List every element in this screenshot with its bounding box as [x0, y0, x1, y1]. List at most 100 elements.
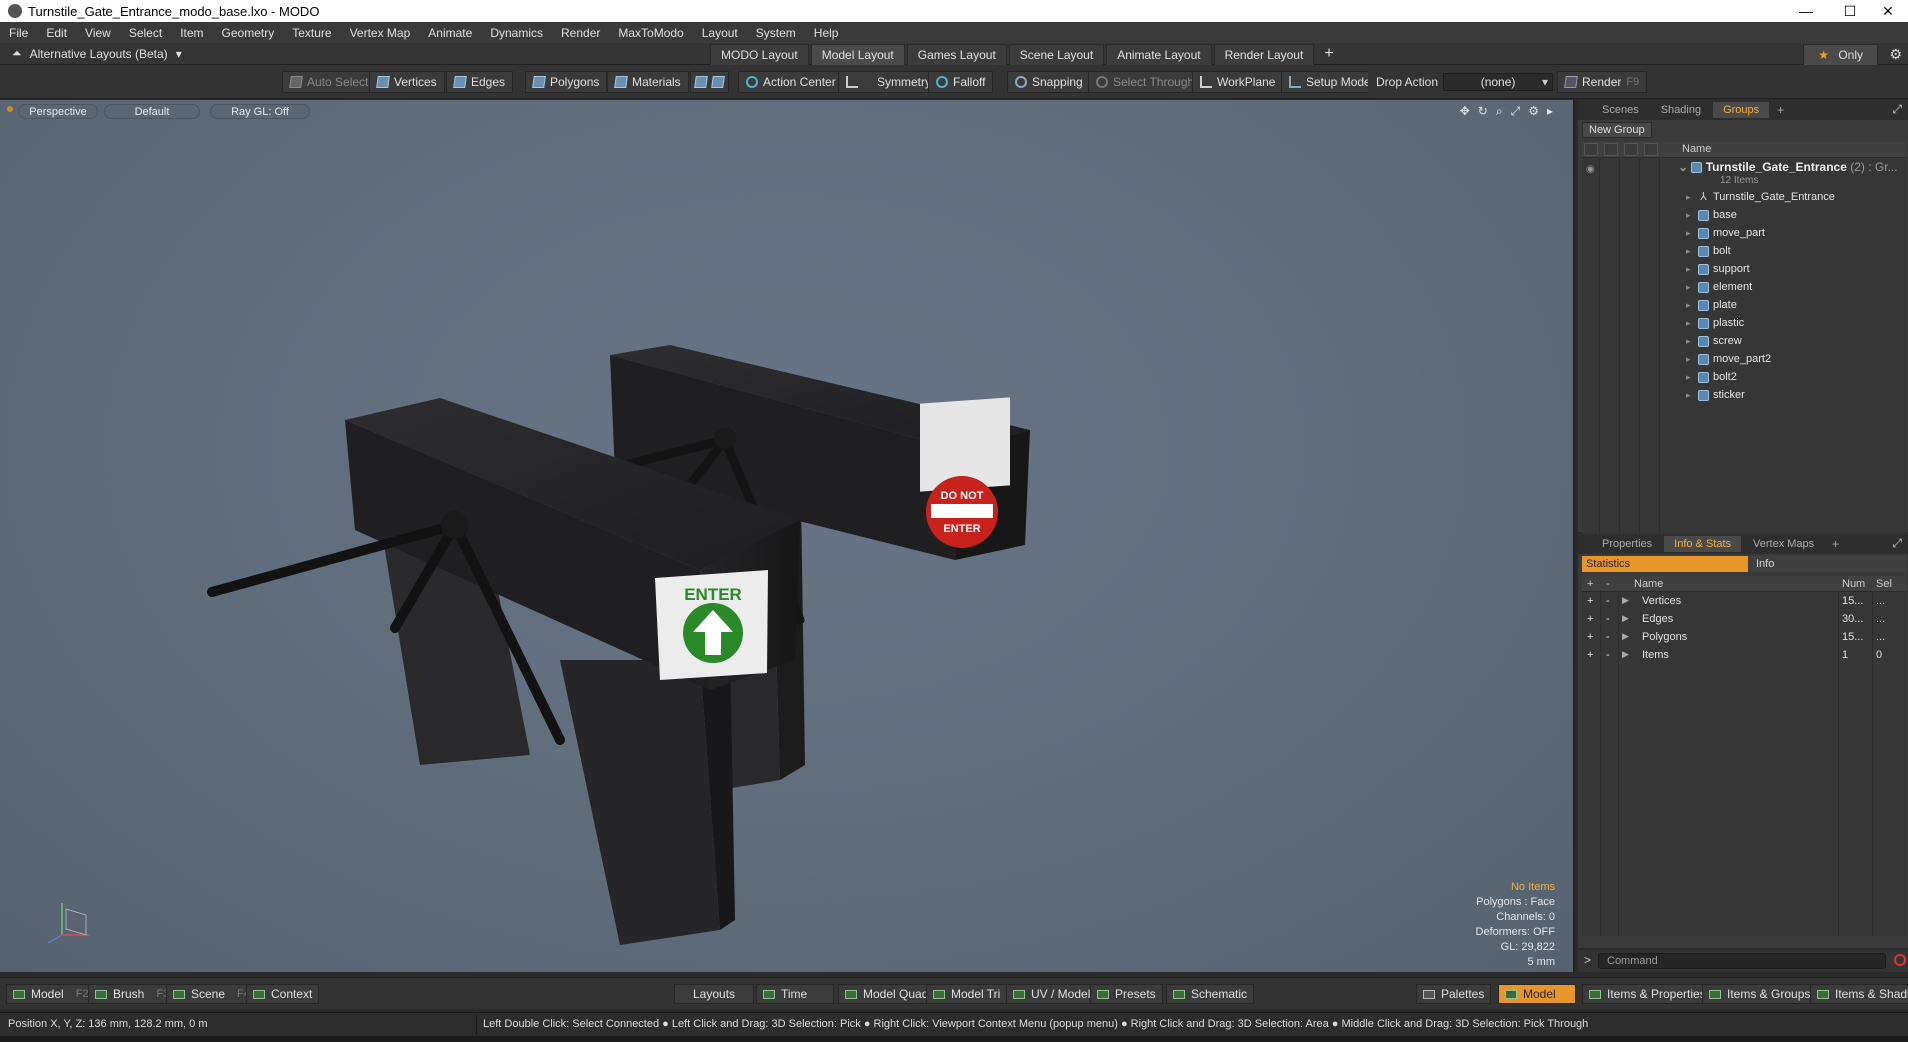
- expand-panel-icon[interactable]: ⤢: [1892, 102, 1902, 117]
- model-tri-button[interactable]: Model Tri: [926, 984, 1008, 1004]
- add-tab-button[interactable]: +: [1826, 537, 1845, 551]
- expand-button[interactable]: +: [1587, 613, 1593, 625]
- tab-modo-layout[interactable]: MODO Layout: [710, 44, 809, 67]
- expand-button[interactable]: +: [1587, 631, 1593, 643]
- menu-item[interactable]: Item: [171, 26, 212, 40]
- layouts-button[interactable]: Layouts: [674, 984, 755, 1004]
- menu-layout[interactable]: Layout: [693, 26, 747, 40]
- list-item[interactable]: ▸ screw: [1686, 332, 1742, 350]
- edges-mode-button[interactable]: Edges: [446, 71, 514, 93]
- collapse-button[interactable]: -: [1606, 613, 1610, 625]
- expand-button[interactable]: +: [1587, 595, 1593, 607]
- menu-system[interactable]: System: [747, 26, 805, 40]
- tab-groups[interactable]: Groups: [1713, 102, 1770, 118]
- list-item[interactable]: ▸ support: [1686, 260, 1750, 278]
- menu-file[interactable]: File: [0, 26, 37, 40]
- symmetry-button[interactable]: Symmetry: [838, 71, 939, 93]
- menu-texture[interactable]: Texture: [283, 26, 340, 40]
- record-icon[interactable]: [1894, 954, 1906, 966]
- presets-button[interactable]: Presets: [1090, 984, 1163, 1004]
- palettes-button[interactable]: Palettes: [1416, 984, 1492, 1004]
- snapping-button[interactable]: Snapping: [1007, 71, 1091, 93]
- list-item[interactable]: ▸ bolt2: [1686, 368, 1737, 386]
- 3d-viewport[interactable]: Perspective Default Ray GL: Off ✥ ↻ ⌕ ⤢ …: [0, 100, 1575, 972]
- group-root-row[interactable]: ⌄ Turnstile_Gate_Entrance (2) : Gr...: [1678, 160, 1898, 174]
- model-quad-button[interactable]: Model Quad: [838, 984, 936, 1004]
- list-item[interactable]: ▸ plastic: [1686, 314, 1744, 332]
- list-item[interactable]: ▸ element: [1686, 278, 1752, 296]
- tab-scenes[interactable]: Scenes: [1592, 102, 1649, 118]
- list-item[interactable]: ▸ ⅄ Turnstile_Gate_Entrance: [1686, 188, 1835, 206]
- menu-vertex-map[interactable]: Vertex Map: [341, 26, 420, 40]
- visibility-col-icon[interactable]: [1584, 143, 1598, 156]
- list-item[interactable]: ▸ move_part: [1686, 224, 1765, 242]
- tab-info-stats[interactable]: Info & Stats: [1664, 536, 1742, 552]
- list-item[interactable]: ▸ bolt: [1686, 242, 1731, 260]
- brush-mode-button[interactable]: Brush F3: [88, 984, 177, 1004]
- time-button[interactable]: Time: [756, 984, 834, 1004]
- table-row[interactable]: + - ▶ Edges 30... ...: [1582, 611, 1906, 629]
- auto-select-button[interactable]: Auto Select: [282, 71, 377, 93]
- tab-statistics[interactable]: Statistics: [1582, 556, 1748, 572]
- table-row[interactable]: + - ▶ Items 1 0: [1582, 647, 1906, 665]
- component-filter-button[interactable]: [690, 71, 729, 93]
- menu-render[interactable]: Render: [552, 26, 609, 40]
- materials-mode-button[interactable]: Materials: [607, 71, 689, 93]
- table-row[interactable]: + - ▶ Vertices 15... ...: [1582, 593, 1906, 611]
- uv-model-button[interactable]: UV / Model: [1006, 984, 1098, 1004]
- minimize-button[interactable]: —: [1784, 0, 1828, 22]
- new-group-button[interactable]: New Group: [1582, 122, 1652, 138]
- collapse-all-header[interactable]: -: [1606, 578, 1610, 590]
- setup-mode-button[interactable]: Setup Mode: [1281, 71, 1379, 93]
- table-row[interactable]: + - ▶ Polygons 15... ...: [1582, 629, 1906, 647]
- render-button[interactable]: Render F9: [1557, 71, 1648, 93]
- items-groups-button[interactable]: Items & Groups: [1702, 984, 1818, 1004]
- gear-icon[interactable]: ⚙: [1889, 46, 1902, 63]
- menu-animate[interactable]: Animate: [419, 26, 481, 40]
- tab-info[interactable]: Info: [1752, 556, 1774, 572]
- only-toggle[interactable]: ★ Only: [1803, 44, 1878, 66]
- items-properties-button[interactable]: Items & Properties: [1582, 984, 1713, 1004]
- expand-panel-icon[interactable]: ⤢: [1892, 536, 1902, 551]
- list-item[interactable]: ▸ move_part2: [1686, 350, 1771, 368]
- collapse-button[interactable]: -: [1606, 649, 1610, 661]
- context-button[interactable]: Context: [246, 984, 320, 1004]
- list-item[interactable]: ▸ plate: [1686, 296, 1737, 314]
- tab-scene-layout[interactable]: Scene Layout: [1008, 44, 1105, 67]
- eye-icon[interactable]: ◉: [1586, 164, 1595, 175]
- model-tab-active[interactable]: Model: [1498, 984, 1576, 1004]
- tab-animate-layout[interactable]: Animate Layout: [1106, 44, 1212, 67]
- menu-help[interactable]: Help: [805, 26, 848, 40]
- drop-action-dropdown[interactable]: (none): [1443, 73, 1554, 91]
- scene-mode-button[interactable]: Scene F4: [166, 984, 257, 1004]
- schematic-button[interactable]: Schematic: [1166, 984, 1255, 1004]
- lock-col-icon[interactable]: [1624, 143, 1638, 156]
- polygons-mode-button[interactable]: Polygons: [525, 71, 608, 93]
- tab-shading[interactable]: Shading: [1651, 102, 1711, 118]
- tab-vertex-maps[interactable]: Vertex Maps: [1743, 536, 1824, 552]
- falloff-button[interactable]: Falloff: [928, 71, 994, 93]
- alternative-layouts-dropdown[interactable]: ⏶ Alternative Layouts (Beta) ▾: [12, 46, 182, 61]
- render-col-icon[interactable]: [1604, 143, 1618, 156]
- tab-render-layout[interactable]: Render Layout: [1213, 44, 1315, 67]
- action-center-button[interactable]: Action Center: [738, 71, 844, 93]
- model-mode-button[interactable]: Model F2: [6, 984, 96, 1004]
- workplane-button[interactable]: WorkPlane: [1192, 71, 1284, 93]
- vertices-mode-button[interactable]: Vertices: [369, 71, 445, 93]
- select-col-icon[interactable]: [1644, 143, 1658, 156]
- menu-view[interactable]: View: [76, 26, 120, 40]
- add-layout-button[interactable]: +: [1316, 44, 1341, 67]
- list-item[interactable]: ▸ base: [1686, 206, 1737, 224]
- menu-edit[interactable]: Edit: [37, 26, 76, 40]
- tab-model-layout[interactable]: Model Layout: [810, 44, 905, 67]
- tab-games-layout[interactable]: Games Layout: [906, 44, 1007, 67]
- collapse-button[interactable]: -: [1606, 631, 1610, 643]
- expand-button[interactable]: +: [1587, 649, 1593, 661]
- close-button[interactable]: ✕: [1866, 0, 1908, 22]
- menu-geometry[interactable]: Geometry: [213, 26, 284, 40]
- add-tab-button[interactable]: +: [1771, 103, 1790, 117]
- menu-select[interactable]: Select: [120, 26, 171, 40]
- expand-all-header[interactable]: +: [1587, 578, 1593, 590]
- command-input[interactable]: Command: [1598, 953, 1886, 969]
- select-through-button[interactable]: Select Through: [1088, 71, 1203, 93]
